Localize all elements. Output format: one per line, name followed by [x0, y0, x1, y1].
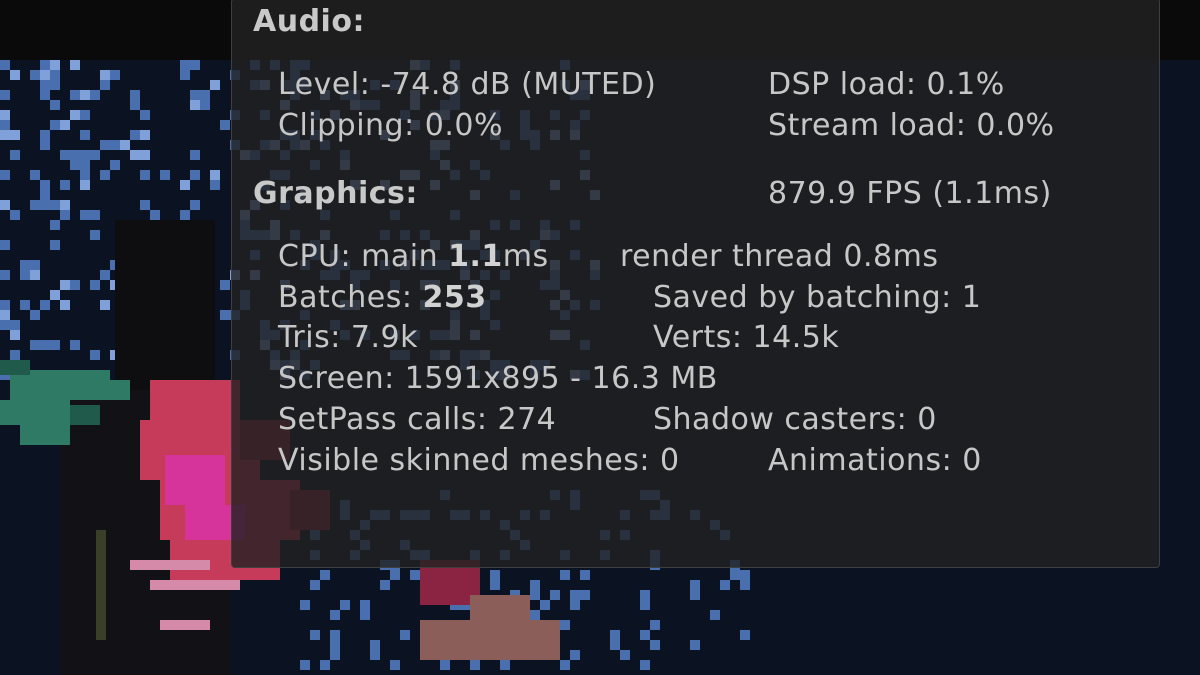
graphics-animations: Animations: 0	[768, 443, 982, 478]
graphics-setpass-calls: SetPass calls: 274	[278, 402, 557, 437]
graphics-heading: Graphics:	[253, 176, 418, 211]
batches-label: Batches:	[278, 280, 423, 315]
graphics-fps: 879.9 FPS (1.1ms)	[768, 176, 1052, 211]
graphics-tris: Tris: 7.9k	[278, 320, 418, 355]
graphics-shadow-casters: Shadow casters: 0	[653, 402, 937, 437]
graphics-screen: Screen: 1591x895 - 16.3 MB	[278, 361, 718, 396]
graphics-verts: Verts: 14.5k	[653, 320, 840, 355]
graphics-batches: Batches: 253	[278, 280, 487, 316]
audio-heading: Audio:	[253, 4, 365, 39]
audio-clipping: Clipping: 0.0%	[278, 108, 503, 143]
stats-overlay-panel: Audio: Level: -74.8 dB (MUTED) DSP load:…	[231, 0, 1160, 568]
cpu-label: CPU: main	[278, 239, 449, 274]
cpu-main-value: 1.1	[448, 239, 503, 274]
cpu-main-unit: ms	[502, 239, 549, 274]
graphics-cpu: CPU: main 1.1ms	[278, 239, 549, 275]
graphics-render-thread: render thread 0.8ms	[620, 239, 939, 274]
batches-value: 253	[422, 280, 487, 315]
audio-level: Level: -74.8 dB (MUTED)	[278, 67, 657, 102]
graphics-saved-by-batching: Saved by batching: 1	[653, 280, 982, 315]
audio-dsp-load: DSP load: 0.1%	[768, 67, 1005, 102]
game-viewport: Audio: Level: -74.8 dB (MUTED) DSP load:…	[0, 0, 1200, 675]
audio-stream-load: Stream load: 0.0%	[768, 108, 1055, 143]
graphics-visible-skinned-meshes: Visible skinned meshes: 0	[278, 443, 680, 478]
